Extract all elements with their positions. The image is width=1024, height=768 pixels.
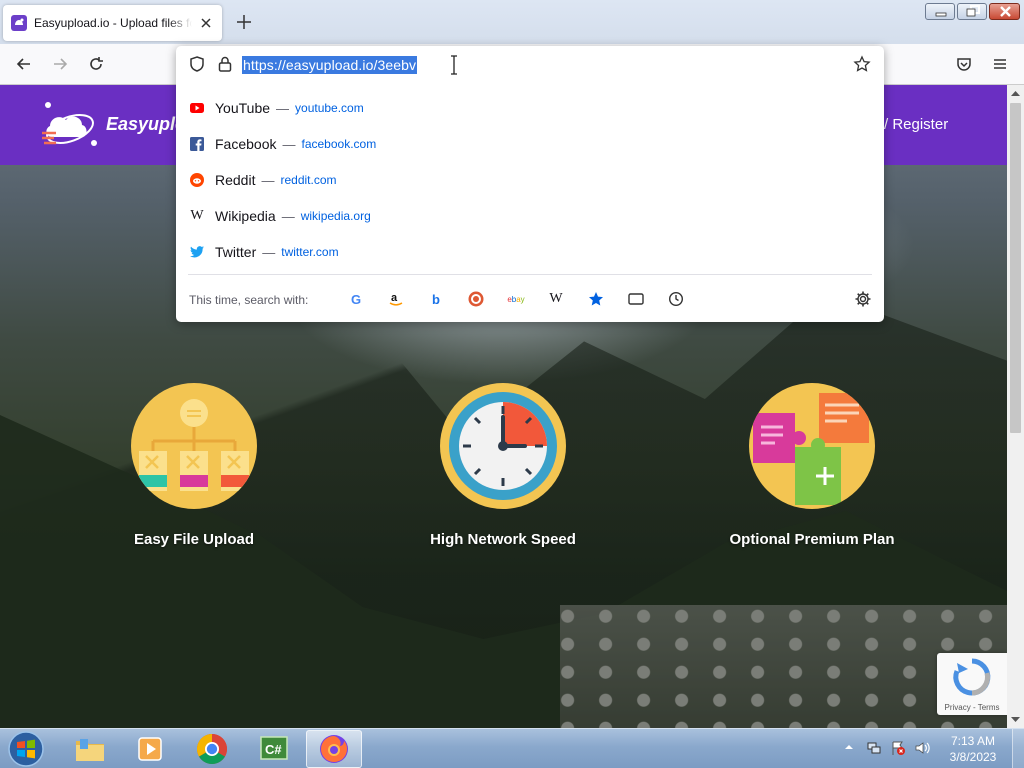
recaptcha-icon <box>953 658 991 696</box>
suggestion-twitter[interactable]: Twitter — twitter.com <box>176 234 884 270</box>
suggestion-url: wikipedia.org <box>300 209 371 223</box>
chrome-icon <box>196 734 228 765</box>
new-tab-icon[interactable] <box>234 12 254 32</box>
suggestion-separator: — <box>281 208 295 224</box>
close-tab-icon[interactable] <box>198 15 214 31</box>
suggestion-separator: — <box>261 172 275 188</box>
sitemap-icon <box>131 383 257 509</box>
suggestion-separator: — <box>276 100 290 116</box>
restore-button[interactable] <box>957 3 987 20</box>
url-input[interactable]: https://easyupload.io/3eebv <box>242 56 418 74</box>
reload-icon[interactable] <box>86 54 106 74</box>
back-icon[interactable] <box>14 54 34 74</box>
svg-text:C#: C# <box>265 742 282 757</box>
suggestion-url: twitter.com <box>281 245 339 259</box>
taskbar-chrome[interactable] <box>184 730 240 768</box>
search-with-label: This time, search with: <box>189 293 309 307</box>
recaptcha-links[interactable]: Privacy - Terms <box>937 703 1007 712</box>
lock-icon[interactable] <box>217 55 233 73</box>
suggestion-youtube[interactable]: YouTube — youtube.com <box>176 90 884 126</box>
youtube-icon <box>189 100 205 116</box>
feature-label: High Network Speed <box>430 531 576 548</box>
feature-network-speed: High Network Speed <box>403 383 603 548</box>
clock-time: 7:13 AM <box>950 734 996 748</box>
suggestion-name: YouTube <box>215 100 271 116</box>
pocket-icon[interactable] <box>954 54 974 74</box>
clock-date: 3/8/2023 <box>949 750 997 764</box>
bing-icon[interactable]: b <box>427 290 445 308</box>
firefox-icon <box>320 735 348 763</box>
text-cursor-icon <box>451 55 457 75</box>
suggestion-name: Reddit <box>215 172 256 188</box>
suggestion-url: facebook.com <box>301 137 377 151</box>
one-off-search-row: This time, search with: G a b ebay W <box>188 274 872 322</box>
media-player-icon <box>138 737 162 761</box>
tab-title: Easyupload.io - Upload files for <box>34 16 192 30</box>
minimize-button[interactable] <box>925 3 955 20</box>
windows-taskbar: C# 7:13 AM 3/8/2023 <box>0 728 1024 768</box>
url-bar[interactable]: https://easyupload.io/3eebv <box>176 46 884 82</box>
puzzle-icon <box>749 383 875 509</box>
google-icon[interactable]: G <box>347 290 365 308</box>
close-window-button[interactable] <box>989 3 1020 20</box>
taskbar-file-explorer[interactable] <box>62 730 118 768</box>
clock-icon <box>440 383 566 509</box>
suggestion-separator: — <box>262 244 276 260</box>
ebay-icon[interactable]: ebay <box>507 290 525 308</box>
reddit-icon <box>189 172 205 188</box>
duckduckgo-icon[interactable] <box>467 290 485 308</box>
start-button[interactable] <box>6 730 46 768</box>
suggestion-wikipedia[interactable]: W Wikipedia — wikipedia.org <box>176 198 884 234</box>
title-bar: Easyupload.io - Upload files for <box>0 0 1024 44</box>
action-center-icon[interactable] <box>890 740 906 756</box>
suggestion-url: youtube.com <box>295 101 364 115</box>
history-icon[interactable] <box>667 290 685 308</box>
wikipedia-search-icon[interactable]: W <box>547 290 565 308</box>
suggestion-name: Twitter <box>215 244 257 260</box>
suggestion-facebook[interactable]: Facebook — facebook.com <box>176 126 884 162</box>
scroll-down-icon[interactable] <box>1011 715 1020 724</box>
register-link[interactable]: / Register <box>884 116 948 133</box>
forward-icon[interactable] <box>50 54 70 74</box>
volume-icon[interactable] <box>914 740 930 756</box>
show-hidden-icons[interactable] <box>844 742 854 752</box>
shield-icon[interactable] <box>188 55 206 73</box>
scroll-up-icon[interactable] <box>1011 89 1020 98</box>
wikipedia-icon: W <box>190 208 204 223</box>
taskbar-firefox[interactable] <box>306 730 362 768</box>
menu-icon[interactable] <box>990 54 1010 74</box>
bookmark-star-icon[interactable] <box>853 55 871 73</box>
easyupload-logo[interactable] <box>40 97 110 153</box>
feature-easy-upload: Easy File Upload <box>94 383 294 548</box>
tab-easyupload[interactable]: Easyupload.io - Upload files for <box>3 5 222 41</box>
feature-label: Easy File Upload <box>133 531 255 548</box>
tabs-icon[interactable] <box>627 290 645 308</box>
svg-text:a: a <box>391 292 398 304</box>
network-icon[interactable] <box>866 740 882 756</box>
system-clock[interactable]: 7:13 AM 3/8/2023 <box>942 733 1004 765</box>
taskbar-csharp-ide[interactable]: C# <box>246 730 302 768</box>
suggestion-name: Wikipedia <box>215 208 276 224</box>
scroll-thumb[interactable] <box>1010 103 1021 433</box>
suggestion-separator: — <box>282 136 296 152</box>
facebook-icon <box>189 136 205 152</box>
suggestion-reddit[interactable]: Reddit — reddit.com <box>176 162 884 198</box>
csharp-icon: C# <box>260 736 288 760</box>
feature-premium-plan: Optional Premium Plan <box>712 383 912 548</box>
easyupload-favicon <box>11 15 27 31</box>
feature-label: Optional Premium Plan <box>729 531 895 548</box>
taskbar-media-player[interactable] <box>122 730 178 768</box>
suggestion-url: reddit.com <box>280 173 337 187</box>
url-dropdown: https://easyupload.io/3eebv YouTube — yo… <box>176 46 884 322</box>
folder-icon <box>76 739 104 761</box>
amazon-icon[interactable]: a <box>387 290 405 308</box>
show-desktop-button[interactable] <box>1012 729 1024 768</box>
recaptcha-badge[interactable]: Privacy - Terms <box>937 653 1007 715</box>
suggestion-name: Facebook <box>215 136 277 152</box>
twitter-icon <box>189 244 205 260</box>
bookmarks-icon[interactable] <box>587 290 605 308</box>
page-scrollbar[interactable] <box>1007 85 1024 728</box>
gear-icon[interactable] <box>854 290 872 308</box>
